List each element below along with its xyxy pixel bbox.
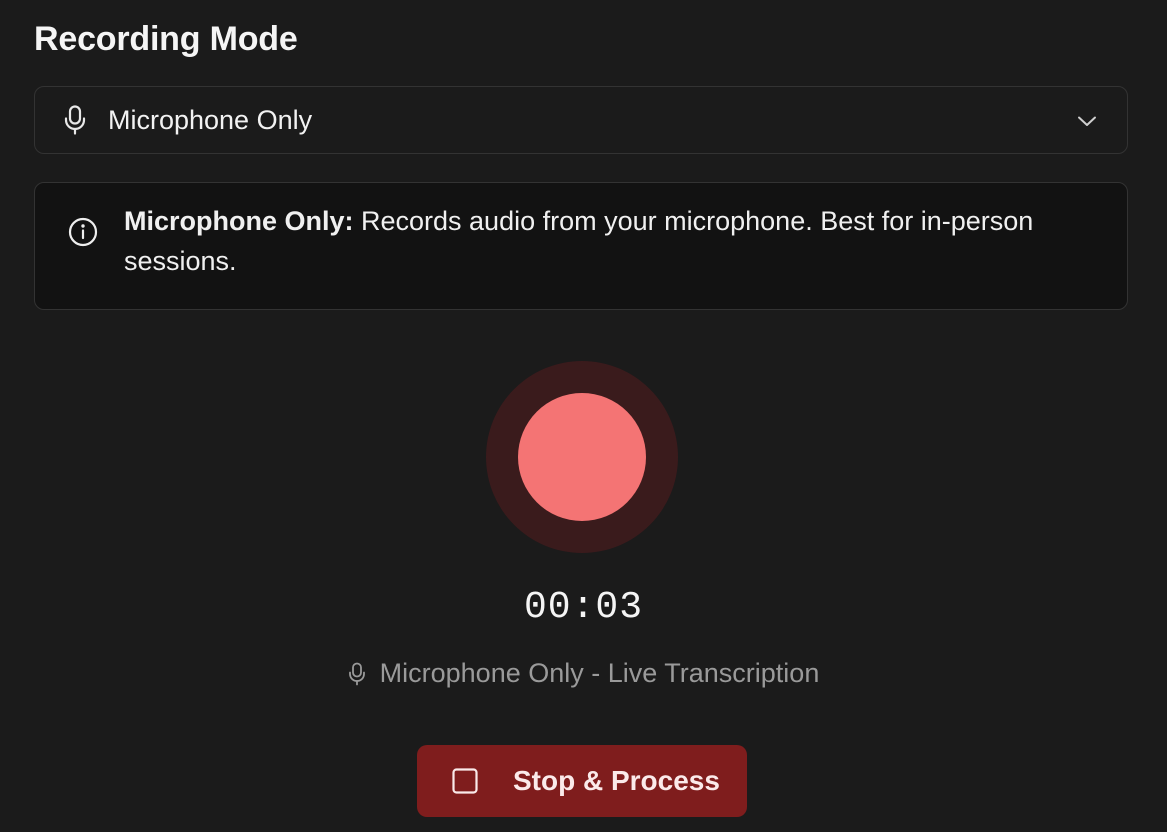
microphone-icon: [348, 662, 368, 686]
mode-info-text: Microphone Only: Records audio from your…: [124, 201, 1064, 281]
info-icon: [68, 217, 98, 247]
section-title: Recording Mode: [34, 20, 298, 58]
stop-square-icon: [451, 767, 479, 795]
recording-timer: 00:03: [523, 586, 644, 629]
microphone-icon: [62, 105, 88, 135]
mode-info-label: Microphone Only:: [124, 206, 354, 236]
chevron-down-icon: [1075, 109, 1099, 133]
recording-status-text: Microphone Only - Live Transcription: [379, 658, 820, 688]
recording-dot: [518, 393, 646, 521]
recording-indicator: [486, 361, 678, 553]
stop-and-process-button[interactable]: Stop & Process: [417, 745, 747, 817]
recording-mode-select[interactable]: Microphone Only: [34, 86, 1128, 154]
selected-mode-value: Microphone Only: [108, 104, 313, 135]
recording-panel: Recording Mode Microphone Only Microphon…: [0, 0, 1167, 832]
mode-info-box: Microphone Only: Records audio from your…: [34, 182, 1128, 310]
stop-button-label: Stop & Process: [513, 765, 720, 796]
recording-status: Microphone Only - Live Transcription: [0, 658, 1167, 689]
